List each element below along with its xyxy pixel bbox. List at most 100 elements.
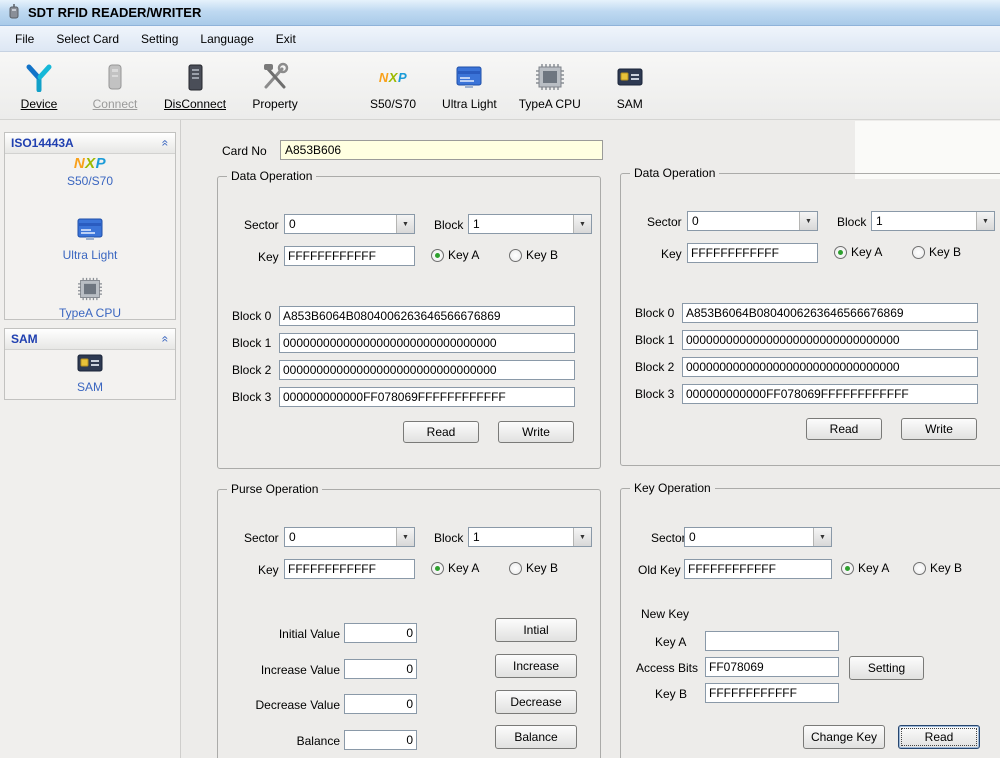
decrease-button[interactable]: Decrease: [495, 690, 577, 714]
sector-label: Sector: [651, 531, 686, 545]
toolbar-disconnect-button[interactable]: DisConnect: [160, 58, 230, 113]
block3-input[interactable]: [279, 387, 575, 407]
setting-button[interactable]: Setting: [849, 656, 924, 680]
sidebar-item-s50s70[interactable]: NXP S50/S70: [5, 155, 175, 188]
sidebar-item-sam[interactable]: SAM: [5, 353, 175, 394]
increase-value-label: Increase Value: [228, 663, 340, 677]
block-value: 1: [469, 215, 573, 233]
toolbar-ultralight-button[interactable]: Ultra Light: [438, 58, 501, 113]
ultralight-card-icon: [74, 217, 106, 246]
increase-value-input[interactable]: [344, 659, 417, 679]
group-title: Data Operation: [227, 169, 316, 183]
write-button[interactable]: Write: [901, 418, 977, 440]
key-label: Key: [661, 247, 682, 261]
key-b-radio[interactable]: Key B: [509, 561, 558, 575]
block-dropdown[interactable]: 1 ▼: [468, 214, 592, 234]
key-input[interactable]: [284, 246, 415, 266]
key-input[interactable]: [284, 559, 415, 579]
new-key-a-input[interactable]: [705, 631, 839, 651]
sidebar-item-ultralight-label: Ultra Light: [63, 248, 118, 262]
sidebar-panel-iso14443a-header[interactable]: ISO14443A «: [5, 133, 175, 154]
collapse-chevron-icon[interactable]: «: [159, 336, 173, 343]
key-a-radio[interactable]: Key A: [834, 245, 882, 259]
radio-circle: [913, 562, 926, 575]
toolbar-property-button[interactable]: Property: [244, 58, 306, 113]
initial-value-input[interactable]: [344, 623, 417, 643]
toolbar-s50s70-button[interactable]: NXP S50/S70: [362, 58, 424, 113]
change-key-button[interactable]: Change Key: [803, 725, 885, 749]
key-a-radio[interactable]: Key A: [841, 561, 889, 575]
dropdown-arrow-icon: ▼: [813, 528, 831, 546]
sidebar-panel-iso14443a: ISO14443A « NXP S50/S70 Ultra Light: [4, 132, 176, 320]
read-button[interactable]: Read: [806, 418, 882, 440]
block2-input[interactable]: [279, 360, 575, 380]
block2-label: Block 2: [232, 363, 271, 377]
balance-button[interactable]: Balance: [495, 725, 577, 749]
sam-card-icon: [615, 60, 645, 94]
block0-input[interactable]: [682, 303, 978, 323]
key-a-radio[interactable]: Key A: [431, 561, 479, 575]
key-b-radio[interactable]: Key B: [913, 561, 962, 575]
group-title: Key Operation: [630, 481, 715, 495]
read-button[interactable]: Read: [403, 421, 479, 443]
key-label: Key: [258, 250, 279, 264]
key-a-radio[interactable]: Key A: [431, 248, 479, 262]
new-key-a-label: Key A: [655, 635, 686, 649]
toolbar-device-button[interactable]: Device: [8, 58, 70, 113]
sidebar-panel-sam-header[interactable]: SAM «: [5, 329, 175, 350]
radio-circle: [431, 249, 444, 262]
card-no-field[interactable]: [280, 140, 603, 160]
sidebar-item-typea-cpu-label: TypeA CPU: [59, 306, 121, 320]
menu-setting[interactable]: Setting: [130, 28, 189, 50]
block-label: Block: [434, 218, 463, 232]
sector-dropdown[interactable]: 0 ▼: [687, 211, 818, 231]
key-input[interactable]: [687, 243, 818, 263]
block-dropdown[interactable]: 1 ▼: [468, 527, 592, 547]
sector-label: Sector: [244, 531, 279, 545]
sidebar-item-typea-cpu[interactable]: TypeA CPU: [5, 277, 175, 320]
menu-language[interactable]: Language: [189, 28, 264, 50]
sector-dropdown[interactable]: 0 ▼: [684, 527, 832, 547]
collapse-chevron-icon[interactable]: «: [159, 140, 173, 147]
device-icon: [24, 60, 54, 94]
decrease-value-input[interactable]: [344, 694, 417, 714]
access-bits-input[interactable]: [705, 657, 839, 677]
block-dropdown[interactable]: 1 ▼: [871, 211, 995, 231]
block3-input[interactable]: [682, 384, 978, 404]
key-label: Key: [258, 563, 279, 577]
block-label: Block: [837, 215, 866, 229]
block-label: Block: [434, 531, 463, 545]
sidebar-item-ultralight[interactable]: Ultra Light: [5, 217, 175, 262]
balance-input[interactable]: [344, 730, 417, 750]
sector-dropdown[interactable]: 0 ▼: [284, 214, 415, 234]
initial-button[interactable]: Intial: [495, 618, 577, 642]
block1-input[interactable]: [682, 330, 978, 350]
block0-input[interactable]: [279, 306, 575, 326]
toolbar-typea-cpu-button[interactable]: TypeA CPU: [515, 58, 585, 113]
toolbar-connect-button[interactable]: Connect: [84, 58, 146, 113]
menu-select-card[interactable]: Select Card: [45, 28, 130, 50]
new-key-label: New Key: [641, 607, 689, 621]
block2-input[interactable]: [682, 357, 978, 377]
increase-button[interactable]: Increase: [495, 654, 577, 678]
sector-dropdown[interactable]: 0 ▼: [284, 527, 415, 547]
key-b-radio[interactable]: Key B: [509, 248, 558, 262]
toolbar-sam-button[interactable]: SAM: [599, 58, 661, 113]
decrease-value-label: Decrease Value: [228, 698, 340, 712]
toolbar-ultralight-label: Ultra Light: [442, 97, 497, 111]
toolbar-property-label: Property: [252, 97, 297, 111]
write-button[interactable]: Write: [498, 421, 574, 443]
block1-input[interactable]: [279, 333, 575, 353]
sector-value: 0: [685, 528, 813, 546]
window-title: SDT RFID READER/WRITER: [28, 5, 201, 20]
key-b-radio[interactable]: Key B: [912, 245, 961, 259]
block2-label: Block 2: [635, 360, 674, 374]
block3-label: Block 3: [232, 390, 271, 404]
old-key-input[interactable]: [684, 559, 832, 579]
connect-icon: [100, 60, 130, 94]
initial-value-label: Initial Value: [228, 627, 340, 641]
menu-exit[interactable]: Exit: [265, 28, 307, 50]
menu-file[interactable]: File: [4, 28, 45, 50]
new-key-b-input[interactable]: [705, 683, 839, 703]
read-button[interactable]: Read: [898, 725, 980, 749]
